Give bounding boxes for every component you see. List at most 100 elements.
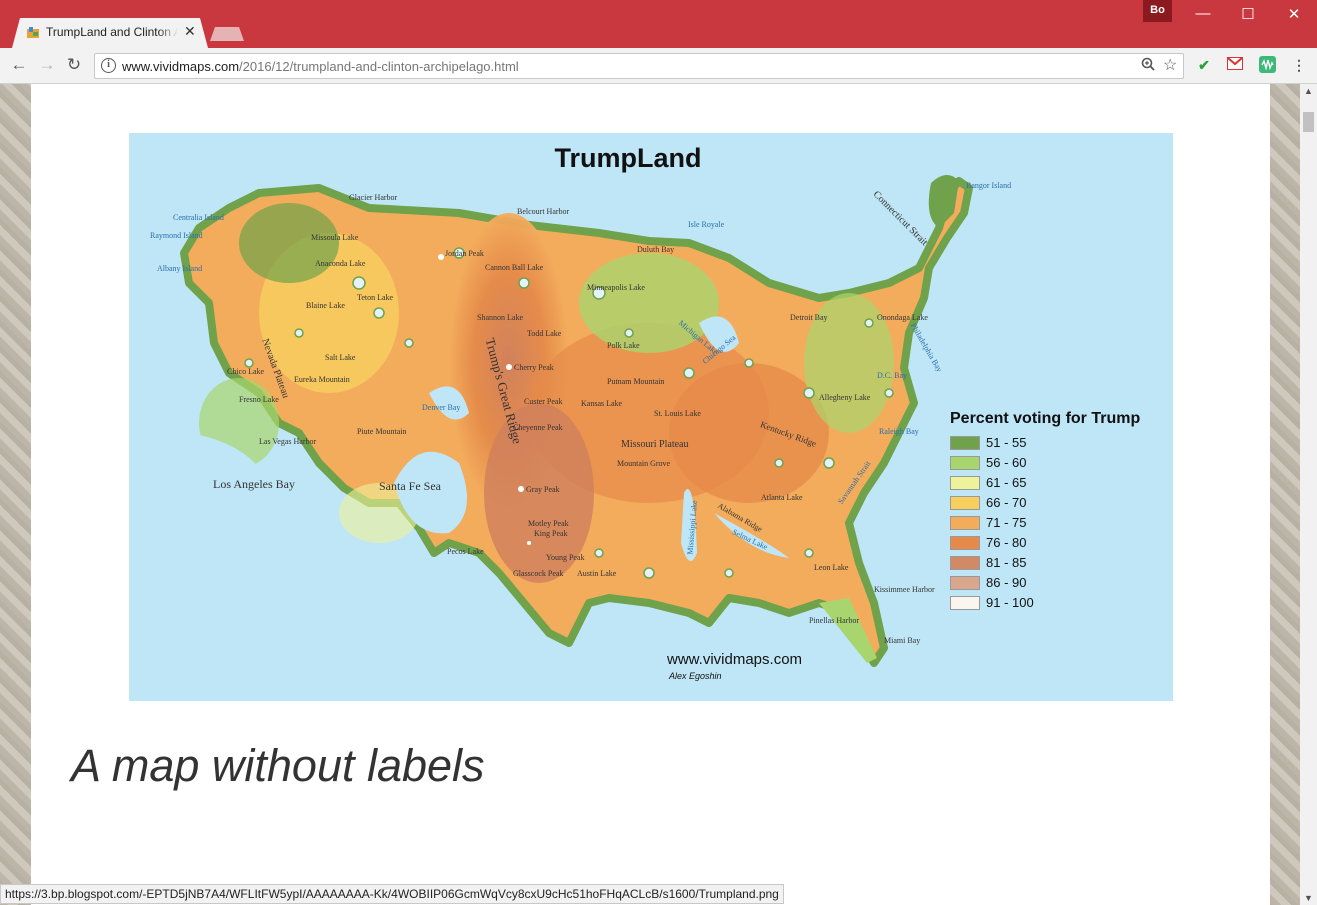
water-label: Denver Bay [422,403,461,412]
reload-icon[interactable]: ↻ [63,55,85,75]
gmail-extension-icon[interactable] [1226,56,1244,74]
legend-label: 86 - 90 [986,575,1027,590]
place-label: Minneapolis Lake [587,283,645,292]
tab-close-icon[interactable]: ✕ [184,23,196,40]
water-label: Isle Royale [688,220,725,229]
legend-swatch [950,496,980,510]
place-label: Motley Peak [528,519,569,528]
place-label: Gray Peak [526,485,560,494]
place-label: Pinellas Harbor [809,616,859,625]
water-label: Centralia Island [173,213,224,222]
legend-label: 51 - 55 [986,435,1027,450]
credit-site: www.vividmaps.com [667,651,803,668]
place-label: Austin Lake [577,569,617,578]
legend-label: 76 - 80 [986,535,1027,550]
legend-swatch [950,476,980,490]
water-label: D.C. Bay [877,371,907,380]
active-tab[interactable]: TrumpLand and Clinton Archipelago ✕ [12,18,208,48]
section-heading: A map without labels [71,740,485,791]
place-label: Teton Lake [357,293,394,302]
place-label: Eureka Mountain [294,375,350,384]
site-favicon-icon [26,26,40,40]
kebab-menu-icon[interactable]: ⋮ [1290,56,1308,74]
minimize-button[interactable]: — [1193,5,1213,22]
place-label: Chico Lake [227,367,265,376]
forward-arrow-icon[interactable]: → [36,55,58,75]
place-label: Shannon Lake [477,313,523,322]
place-label: Miami Bay [884,636,921,645]
legend-label: 66 - 70 [986,495,1027,510]
place-label: Kansas Lake [581,399,623,408]
place-label: Atlanta Lake [761,493,803,502]
close-window-button[interactable]: ✕ [1284,5,1304,23]
scroll-down-icon[interactable]: ▼ [1304,893,1313,903]
place-label: Salt Lake [325,353,356,362]
legend-swatch [950,536,980,550]
place-label: Missoula Lake [311,233,359,242]
scroll-thumb[interactable] [1303,112,1314,132]
star-icon[interactable]: ☆ [1163,55,1177,75]
place-label: King Peak [534,529,568,538]
map-title: TrumpLand [554,143,702,173]
place-label: Detroit Bay [790,313,828,322]
place-label: Polk Lake [607,341,640,350]
place-label: Young Peak [546,553,585,562]
legend-swatch [950,436,980,450]
address-bar[interactable]: i www.vividmaps.com/2016/12/trumpland-an… [94,53,1184,79]
legend-label: 91 - 100 [986,595,1034,610]
legend-swatch [950,576,980,590]
place-label: Duluth Bay [637,245,675,254]
credit-author: Alex Egoshin [669,671,722,681]
scroll-up-icon[interactable]: ▲ [1304,86,1313,96]
place-label: Anaconda Lake [315,259,366,268]
place-label: Belcourt Harbor [517,207,570,216]
place-label: Mountain Grove [617,459,671,468]
legend-swatch [950,456,980,470]
sea-label: Santa Fe Sea [379,479,441,493]
place-label: Onondaga Lake [877,313,928,322]
status-bar-url: https://3.bp.blogspot.com/-EPTD5jNB7A4/W… [0,884,784,904]
vertical-scrollbar[interactable]: ▲ ▼ [1300,84,1317,905]
title-bar: TrumpLand and Clinton Archipelago ✕ Bo —… [0,0,1317,48]
legend-label: 56 - 60 [986,455,1027,470]
place-label: Las Vegas Harbor [259,437,317,446]
place-label: Glasscock Peak [513,569,564,578]
new-tab-button[interactable] [210,27,244,41]
legend-swatch [950,596,980,610]
place-label: Leon Lake [814,563,849,572]
place-label: Fresno Lake [239,395,279,404]
place-label: Jordan Peak [445,249,484,258]
place-label: Todd Lake [527,329,562,338]
water-label: Bangor Island [966,181,1012,190]
sound-extension-icon[interactable] [1258,56,1276,74]
maximize-button[interactable]: ☐ [1238,5,1258,23]
zoom-icon[interactable] [1141,57,1155,74]
legend-label: 61 - 65 [986,475,1027,490]
legend-label: 71 - 75 [986,515,1027,530]
place-label: Putnam Mountain [607,377,665,386]
checkmark-extension-icon[interactable]: ✔ [1195,56,1213,74]
trumpland-map-image[interactable]: TrumpLand Centralia Island Raymond Islan… [129,133,1173,701]
water-label: Raleigh Bay [879,427,919,436]
legend-swatch [950,556,980,570]
place-label: Custer Peak [524,397,563,406]
place-label: Glacier Harbor [349,193,398,202]
place-label: Piute Mountain [357,427,407,436]
place-label: Cherry Peak [514,363,554,372]
profile-button[interactable]: Bo [1143,0,1172,22]
place-label: Cannon Ball Lake [485,263,544,272]
water-label: Albany Island [157,264,203,273]
url-text: www.vividmaps.com/2016/12/trumpland-and-… [122,59,519,74]
browser-toolbar: ← → ↻ i www.vividmaps.com/2016/12/trumpl… [0,48,1317,84]
info-icon[interactable]: i [101,58,116,73]
sea-label: Los Angeles Bay [213,477,295,491]
legend-swatch [950,516,980,530]
legend-title: Percent voting for Trump [950,410,1141,427]
place-label: Missouri Plateau [621,439,689,450]
tab-title: TrumpLand and Clinton Archipelago [46,25,178,39]
place-label: Kissimmee Harbor [874,585,935,594]
place-label: Pecos Lake [447,547,484,556]
place-label: Blaine Lake [306,301,345,310]
place-label: St. Louis Lake [654,409,701,418]
back-arrow-icon[interactable]: ← [8,55,30,75]
